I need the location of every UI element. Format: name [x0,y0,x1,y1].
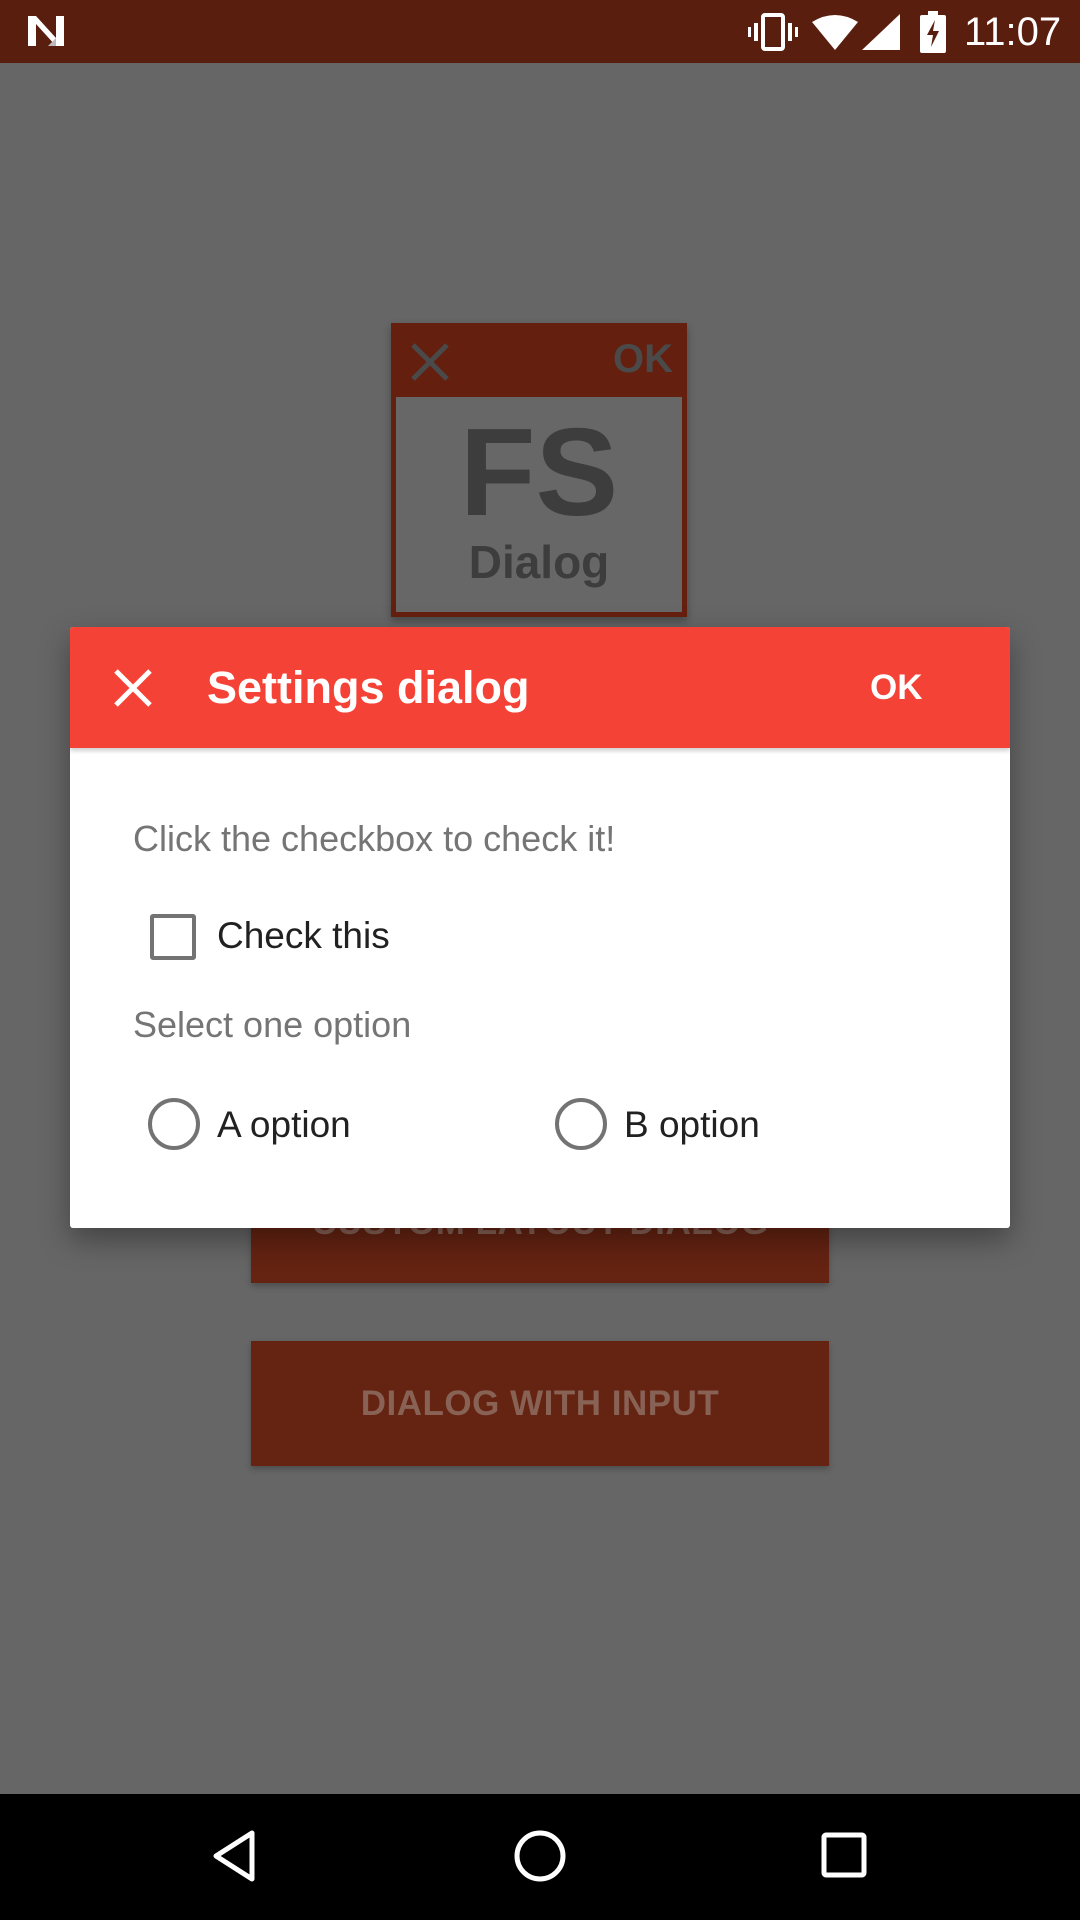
status-time: 11:07 [964,10,1062,54]
logo-ok-text: OK [613,337,673,381]
recents-icon[interactable] [820,1831,868,1884]
logo-subtitle: Dialog [468,536,610,588]
close-icon [409,341,451,388]
vibrate-icon [748,12,798,57]
dialog-with-input-button: DIALOG WITH INPUT [251,1341,829,1466]
battery-charging-icon [920,11,946,58]
radio-label-b[interactable]: B option [624,1103,760,1147]
app-logo: OK FS Dialog [391,323,687,617]
n-logo-icon [26,14,66,53]
cell-signal-icon [862,14,900,55]
status-bar: 11:07 [0,0,1080,63]
navigation-bar [0,1794,1080,1920]
dialog-title: Settings dialog [207,662,530,713]
logo-title: FS [459,404,619,542]
close-icon[interactable] [106,661,160,715]
radio-button[interactable] [148,1098,200,1150]
checkbox-box[interactable] [150,914,196,960]
radio-section-label: Select one option [133,1004,412,1045]
screen: 11:07 OK FS Dialog CUSTOM LAYOUT DIALOG … [0,0,1080,1920]
dialog-prompt: Click the checkbox to check it! [133,818,616,859]
home-icon[interactable] [512,1828,568,1889]
dialog-toolbar: Settings dialog OK [70,627,1010,748]
back-icon[interactable] [210,1829,258,1888]
checkbox-label[interactable]: Check this [217,914,390,958]
ok-button[interactable]: OK [860,663,933,713]
radio-button[interactable] [555,1098,607,1150]
settings-dialog: Settings dialog OK [70,627,1010,1228]
wifi-icon [812,14,858,55]
radio-label-a[interactable]: A option [217,1103,351,1147]
logo-body: FS Dialog [396,397,682,612]
